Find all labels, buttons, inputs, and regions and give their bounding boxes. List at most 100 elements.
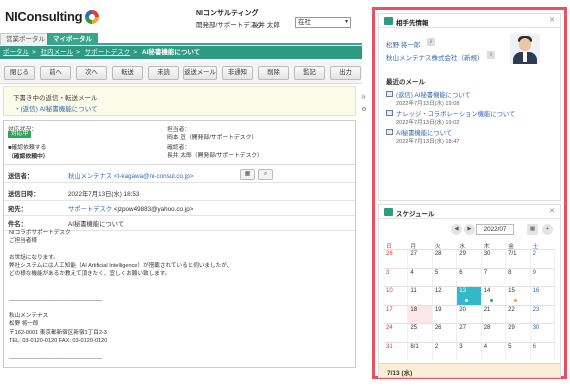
logo[interactable]: NIConsulting — [5, 9, 100, 24]
collapse-icon[interactable]: ✕ — [549, 16, 555, 24]
calendar-day[interactable]: 27 — [457, 324, 482, 342]
calendar-day[interactable]: 22 — [506, 305, 531, 323]
calendar-day[interactable]: 8 — [506, 268, 531, 286]
contact-icon — [384, 17, 393, 25]
prev-month-icon[interactable]: ◀ — [451, 224, 462, 235]
month-selector[interactable]: 2022/07 — [476, 224, 514, 235]
calendar-week: 24 25 26 27 28 29 30 — [384, 323, 555, 342]
search-icon[interactable]: ⌕ — [258, 169, 273, 180]
calendar-day[interactable]: 6 — [531, 342, 555, 360]
calendar-day[interactable]: 25 — [408, 324, 433, 342]
calendar-day[interactable]: 30 — [482, 250, 507, 268]
next-button[interactable]: 次へ — [76, 66, 107, 80]
breadcrumb-internal-mail[interactable]: 社内メール — [41, 49, 74, 56]
calendar-day[interactable]: 30 — [531, 324, 555, 342]
contact-company-link[interactable]: 秋山メンテナス株式会社（新規） — [386, 52, 484, 62]
calendar-day[interactable]: 26 — [433, 324, 458, 342]
contact-name-link[interactable]: 松野 将一郎 — [386, 39, 420, 49]
calendar-day[interactable]: 19 — [433, 305, 458, 323]
calendar-day[interactable]: 13 — [457, 287, 482, 305]
calendar-day[interactable]: 24 — [384, 324, 409, 342]
collapse-arrow-icon[interactable]: ⊪ — [358, 92, 370, 104]
calendar-day[interactable]: 20 — [457, 305, 482, 323]
calendar-day[interactable]: 3 — [457, 342, 482, 360]
calendar-day[interactable]: 5 — [433, 268, 458, 286]
calendar-day[interactable]: 10 — [384, 287, 409, 305]
recent-mail-date: 2022年7月13日(水) 19:08 — [396, 101, 460, 107]
from-value[interactable]: 秋山メンテナス <t-kagawa@ni-consul.co.jp> — [68, 171, 193, 180]
breadcrumb-support-desk[interactable]: サポートデスク — [85, 49, 131, 56]
calendar-day[interactable]: 9 — [531, 268, 555, 286]
address-book-icon[interactable]: ▦ — [240, 169, 255, 180]
calendar-day[interactable]: 17 — [384, 305, 409, 323]
next-month-icon[interactable]: ▶ — [464, 224, 475, 235]
tab-my-portal[interactable]: マイポータル — [47, 33, 98, 45]
calendar-day[interactable]: 29 — [457, 250, 482, 268]
info-icon[interactable]: i — [427, 38, 435, 46]
panel-splitter[interactable]: ⊪ ⚙ — [358, 92, 370, 124]
schedule-card-header: スケジュール ✕ — [379, 205, 560, 219]
info-icon[interactable]: i — [487, 51, 495, 59]
calendar-day[interactable]: 8/1 — [408, 342, 433, 360]
schedule-card: スケジュール ✕ ◀ ▶ 2022/07 ▦ + 日 月 火 水 木 金 土 2… — [378, 204, 561, 378]
calendar-day[interactable]: 29 — [506, 324, 531, 342]
calendar-day[interactable]: 31 — [384, 342, 409, 360]
add-icon[interactable]: + — [542, 224, 553, 235]
calendar-day[interactable]: 4 — [408, 268, 433, 286]
calendar-day[interactable]: 21 — [482, 305, 507, 323]
close-button[interactable]: 閉じる — [4, 66, 35, 80]
event-dot-icon — [514, 298, 518, 302]
unread-button[interactable]: 未読 — [148, 66, 179, 80]
calendar-day[interactable]: 4 — [482, 342, 507, 360]
tab-sales-portal[interactable]: 営業ポータル — [0, 33, 51, 45]
calendar-day[interactable]: 18 — [408, 305, 433, 323]
calendar-day[interactable]: 2 — [433, 342, 458, 360]
recent-mail-subject[interactable]: (返信) AI秘書機能について — [396, 90, 471, 99]
calendar-day[interactable]: 28 — [433, 250, 458, 268]
confirm-request-checkbox[interactable]: ■確認依頼する — [8, 142, 46, 151]
calendar-day[interactable]: 23 — [531, 305, 555, 323]
calendar-day[interactable]: 15 — [506, 287, 531, 305]
gear-icon[interactable]: ⚙ — [358, 104, 370, 116]
output-button[interactable]: 出力 — [330, 66, 361, 80]
delete-button[interactable]: 削除 — [258, 66, 289, 80]
recent-mail-subject[interactable]: AI秘書機能について — [396, 128, 452, 137]
mail-toolbar: 閉じる 前へ 次へ 転送 未読 返送メール 非通知 削除 監記 出力 — [0, 62, 362, 84]
calendar-day[interactable]: 28 — [482, 324, 507, 342]
calendar-day[interactable]: 27 — [408, 250, 433, 268]
portal-tabs: 営業ポータル マイポータル — [0, 33, 362, 45]
return-mail-button[interactable]: 返送メール — [183, 66, 217, 80]
calendar-day[interactable]: 7 — [482, 268, 507, 286]
calendar-day[interactable]: 5 — [506, 342, 531, 360]
no-notify-button[interactable]: 非通知 — [222, 66, 253, 80]
selected-day-bar[interactable]: 7/13 (水) — [379, 363, 560, 377]
recent-mail-subject[interactable]: ナレッジ・コラボレーション機能について — [396, 109, 515, 118]
calendar-day[interactable]: 2 — [531, 250, 555, 268]
calendar-icon[interactable]: ▦ — [527, 224, 538, 235]
calendar-day[interactable]: 16 — [531, 287, 555, 305]
calendar-day[interactable]: 6 — [457, 268, 482, 286]
to-link[interactable]: サポートデスク — [68, 206, 112, 213]
mail-body: NIコラボサポートデスク ご担当者様 お世話になります。 弊社システムには人工知… — [9, 230, 233, 361]
calendar-day[interactable]: 7/1 — [506, 250, 531, 268]
prev-button[interactable]: 前へ — [40, 66, 71, 80]
forward-button[interactable]: 転送 — [112, 66, 143, 80]
calendar-day[interactable]: 12 — [433, 287, 458, 305]
event-dot-icon — [465, 298, 469, 302]
calendar-day[interactable]: 11 — [408, 287, 433, 305]
app-header: NIConsulting NIコンサルティング 開発部/サポートデスク 長井 太… — [0, 0, 362, 34]
status-badge[interactable]: 対応中 — [8, 131, 32, 138]
calendar-day[interactable]: 3 — [384, 268, 409, 286]
calendar-day[interactable]: 14 — [482, 287, 507, 305]
confirm-request-status: （確認依頼中） — [8, 154, 49, 160]
calendar-day[interactable]: 26 — [384, 250, 409, 268]
assignee-value: 岡本 亘（開発部/サポートデスク） — [167, 135, 258, 141]
calendar-icon — [384, 208, 393, 216]
calendar-weeks: 26 27 28 29 30 7/1 2 3 4 5 6 7 8 9 10 11 12 13 14 15 16 17 18 1… — [384, 249, 555, 360]
presence-status-select[interactable]: 在社 — [295, 17, 351, 28]
draft-reply-link[interactable]: ・(返信) AI秘書機能について — [14, 103, 98, 113]
breadcrumb-portal[interactable]: ポータル — [3, 49, 29, 56]
subject-label: 件名： — [8, 221, 27, 228]
collapse-icon[interactable]: ✕ — [549, 207, 555, 215]
annotate-button[interactable]: 監記 — [294, 66, 325, 80]
